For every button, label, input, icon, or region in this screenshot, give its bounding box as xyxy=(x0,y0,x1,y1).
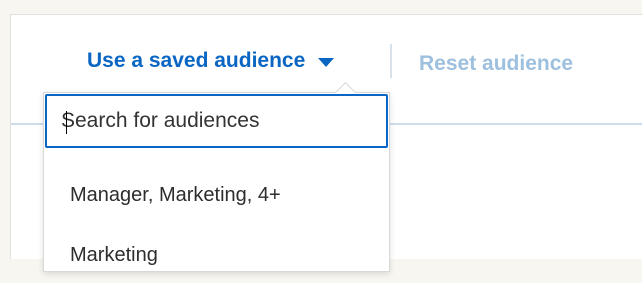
reset-audience-button[interactable]: Reset audience xyxy=(419,52,573,76)
use-saved-audience-button[interactable]: Use a saved audience xyxy=(87,49,335,73)
audience-option-label: Manager, Marketing, 4+ xyxy=(70,183,281,206)
audience-panel: Use a saved audience Reset audience Mana… xyxy=(10,14,642,272)
audience-option[interactable]: Marketing xyxy=(44,227,389,283)
audience-option-label: Marketing xyxy=(70,243,158,266)
saved-audience-dropdown: Manager, Marketing, 4+ Marketing xyxy=(43,92,390,272)
use-saved-audience-label: Use a saved audience xyxy=(87,49,306,72)
caret-down-icon xyxy=(318,58,335,67)
audience-option[interactable]: Manager, Marketing, 4+ xyxy=(44,167,389,223)
audience-search-box[interactable] xyxy=(45,94,388,148)
text-cursor xyxy=(66,111,67,134)
toolbar-divider xyxy=(390,44,392,78)
audience-search-input[interactable] xyxy=(61,96,371,146)
